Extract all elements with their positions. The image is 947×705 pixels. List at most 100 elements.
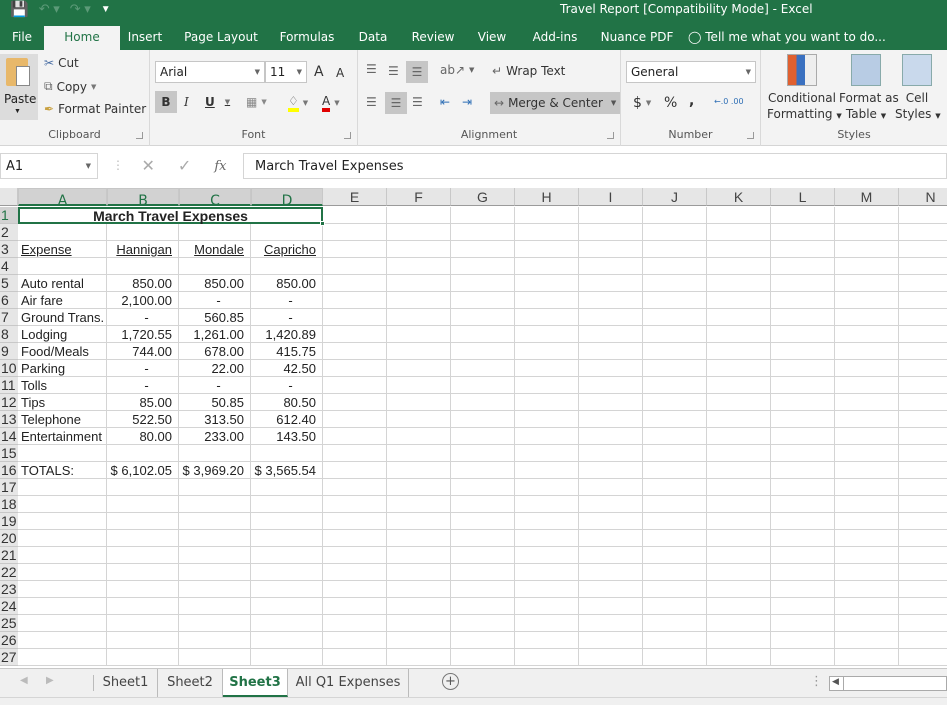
comma-button[interactable]: , <box>689 93 694 109</box>
cell[interactable] <box>707 479 771 496</box>
cell[interactable] <box>179 479 251 496</box>
borders-button[interactable]: ▦ ▼ <box>246 95 267 109</box>
clipboard-launcher-icon[interactable] <box>136 132 143 139</box>
shrink-font-button[interactable]: A <box>336 66 344 80</box>
cell[interactable] <box>323 326 387 343</box>
font-launcher-icon[interactable] <box>344 132 351 139</box>
cell[interactable]: - <box>107 309 179 326</box>
cell[interactable] <box>179 224 251 241</box>
cell[interactable] <box>387 513 451 530</box>
cell[interactable] <box>387 445 451 462</box>
top-align-button[interactable]: ☰ <box>366 62 377 76</box>
cell[interactable] <box>899 411 947 428</box>
row-header[interactable]: 6 <box>0 292 18 309</box>
cell[interactable] <box>771 377 835 394</box>
cell[interactable] <box>515 598 579 615</box>
cell[interactable] <box>515 394 579 411</box>
cell[interactable] <box>18 581 107 598</box>
cell[interactable] <box>451 513 515 530</box>
bottom-align-button[interactable]: ☰ <box>406 61 428 83</box>
cell[interactable] <box>707 581 771 598</box>
cell[interactable]: 42.50 <box>251 360 323 377</box>
cell[interactable] <box>579 241 643 258</box>
cell[interactable] <box>579 360 643 377</box>
cell[interactable] <box>771 292 835 309</box>
cell[interactable] <box>515 547 579 564</box>
cell[interactable] <box>451 309 515 326</box>
cell[interactable] <box>899 326 947 343</box>
cell[interactable] <box>643 479 707 496</box>
cell[interactable] <box>387 343 451 360</box>
cell[interactable] <box>451 360 515 377</box>
cell[interactable] <box>451 564 515 581</box>
cell[interactable] <box>515 615 579 632</box>
cell[interactable] <box>18 530 107 547</box>
cell[interactable] <box>387 241 451 258</box>
cell[interactable] <box>835 632 899 649</box>
cell[interactable] <box>579 530 643 547</box>
cell[interactable] <box>643 547 707 564</box>
cell[interactable] <box>515 649 579 666</box>
cell[interactable]: - <box>251 292 323 309</box>
cell[interactable] <box>643 224 707 241</box>
cell[interactable] <box>251 513 323 530</box>
cell[interactable] <box>251 581 323 598</box>
header-cell[interactable]: Hannigan <box>107 241 179 258</box>
align-right-button[interactable]: ☰ <box>412 95 423 109</box>
sheet-tab-active[interactable]: Sheet3 <box>223 669 288 697</box>
merge-center-button[interactable]: ↔ Merge & Center ▼ <box>490 92 621 114</box>
cell[interactable] <box>835 547 899 564</box>
cell[interactable]: 744.00 <box>107 343 179 360</box>
italic-button[interactable]: I <box>184 95 189 109</box>
cell[interactable] <box>323 547 387 564</box>
cell[interactable] <box>107 598 179 615</box>
percent-button[interactable]: % <box>664 95 677 111</box>
cell[interactable] <box>643 530 707 547</box>
cell[interactable] <box>323 428 387 445</box>
cell[interactable] <box>835 615 899 632</box>
cell[interactable] <box>771 632 835 649</box>
cell[interactable] <box>251 547 323 564</box>
row-header[interactable]: 12 <box>0 394 18 411</box>
cell[interactable] <box>643 360 707 377</box>
cell[interactable] <box>771 496 835 513</box>
cell[interactable] <box>179 564 251 581</box>
column-header[interactable]: F <box>387 188 451 206</box>
row-header[interactable]: 1 <box>0 207 18 224</box>
scroll-left-icon[interactable]: ◀ <box>832 677 839 687</box>
cell[interactable] <box>771 462 835 479</box>
row-header[interactable]: 25 <box>0 615 18 632</box>
column-header[interactable]: M <box>835 188 899 206</box>
alignment-launcher-icon[interactable] <box>607 132 614 139</box>
cell[interactable] <box>515 445 579 462</box>
cell[interactable] <box>643 275 707 292</box>
cell[interactable] <box>899 496 947 513</box>
underline-button[interactable]: U ▼ <box>205 95 230 109</box>
cell[interactable] <box>251 258 323 275</box>
cell[interactable]: 1,720.55 <box>107 326 179 343</box>
cell[interactable] <box>707 275 771 292</box>
row-header[interactable]: 15 <box>0 445 18 462</box>
cell[interactable]: Parking <box>18 360 107 377</box>
cell[interactable]: 233.00 <box>179 428 251 445</box>
currency-button[interactable]: $ ▼ <box>633 95 651 111</box>
cell[interactable] <box>771 207 835 224</box>
wrap-text-button[interactable]: ↵ Wrap Text <box>492 64 565 78</box>
cell[interactable] <box>707 326 771 343</box>
horizontal-scrollbar[interactable]: ◀ <box>829 676 947 691</box>
cell[interactable] <box>771 445 835 462</box>
cell[interactable] <box>707 547 771 564</box>
cell[interactable] <box>451 445 515 462</box>
cell[interactable] <box>707 428 771 445</box>
cell[interactable] <box>18 598 107 615</box>
cell[interactable] <box>323 258 387 275</box>
cell[interactable] <box>835 360 899 377</box>
cell[interactable]: 850.00 <box>251 275 323 292</box>
cell[interactable] <box>899 394 947 411</box>
cell[interactable] <box>18 547 107 564</box>
cell[interactable] <box>515 530 579 547</box>
cell[interactable] <box>387 564 451 581</box>
cell[interactable]: $ 3,565.54 <box>251 462 323 479</box>
cell[interactable] <box>387 326 451 343</box>
increase-indent-button[interactable]: ⇥ <box>462 95 472 109</box>
